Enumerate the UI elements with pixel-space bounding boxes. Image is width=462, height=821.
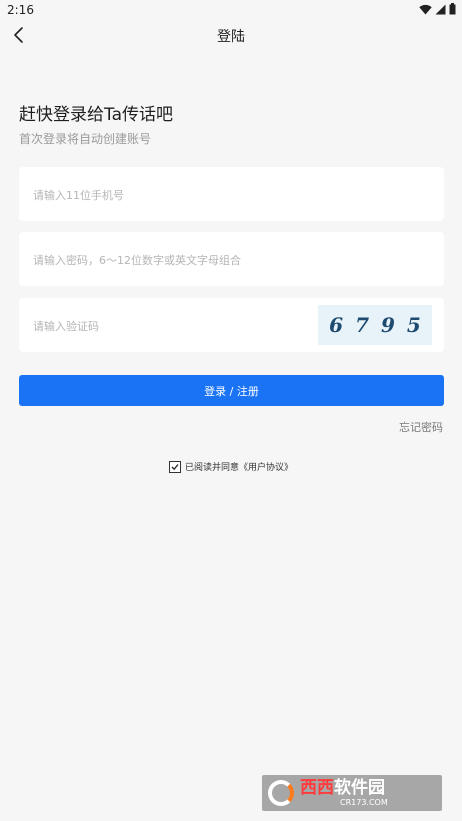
captcha-image[interactable]: 6795 — [318, 305, 432, 345]
watermark-brand: 西西软件园 — [300, 779, 388, 798]
phone-input[interactable] — [31, 167, 315, 223]
watermark: 西西软件园 CR173.COM — [262, 775, 442, 811]
agreement-checkbox[interactable] — [168, 460, 181, 473]
status-bar: 2:16 — [0, 0, 462, 20]
captcha-code: 6795 — [329, 313, 433, 337]
watermark-brand-white: 软件园 — [334, 778, 385, 798]
captcha-input[interactable] — [31, 298, 315, 354]
signal-icon — [435, 4, 446, 14]
watermark-url: CR173.COM — [340, 798, 388, 807]
captcha-field: 6795 — [19, 298, 444, 354]
login-register-button[interactable]: 登录 / 注册 — [19, 375, 444, 406]
app-bar: 登陆 — [0, 20, 462, 50]
page-title: 登陆 — [217, 29, 245, 45]
phone-field — [19, 167, 444, 223]
agreement-row: 已阅读并同意《用户协议》 — [0, 460, 462, 473]
check-icon — [171, 463, 179, 470]
watermark-brand-red: 西西 — [300, 778, 334, 798]
status-time: 2:16 — [7, 3, 34, 17]
battery-icon — [449, 3, 456, 15]
status-icons — [419, 3, 456, 15]
password-input[interactable] — [31, 232, 415, 288]
headline: 赶快登录给Ta传话吧 — [19, 105, 173, 125]
subheadline: 首次登录将自动创建账号 — [19, 132, 152, 146]
password-field — [19, 232, 444, 288]
watermark-logo-icon — [268, 780, 294, 806]
watermark-text: 西西软件园 CR173.COM — [300, 779, 388, 808]
agreement-text[interactable]: 已阅读并同意《用户协议》 — [185, 460, 293, 473]
forgot-password-link[interactable]: 忘记密码 — [399, 419, 443, 435]
wifi-icon — [419, 4, 432, 14]
